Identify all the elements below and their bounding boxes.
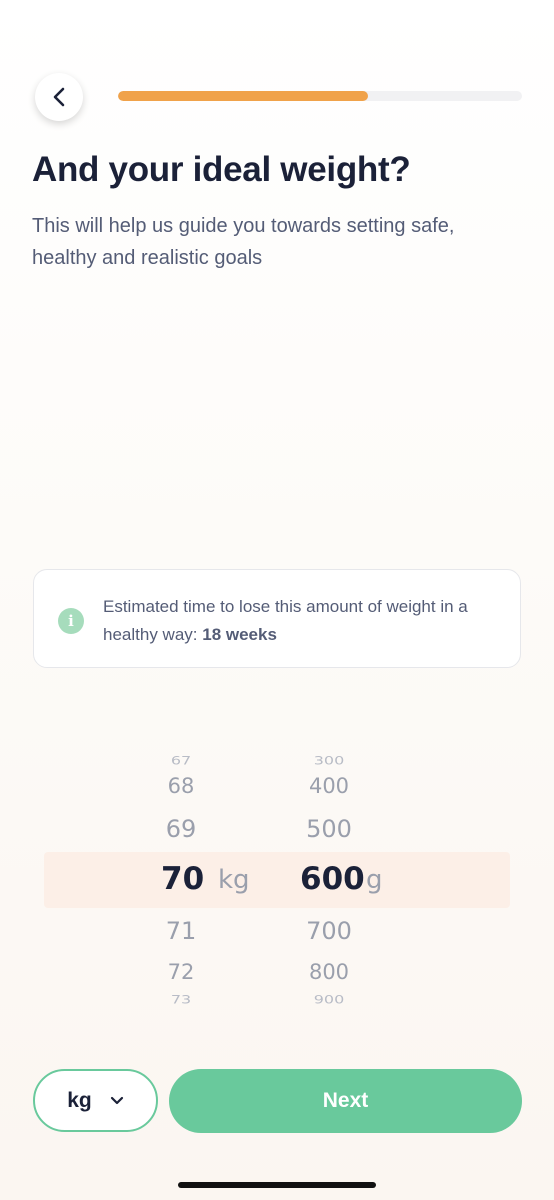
- back-button[interactable]: [35, 73, 83, 121]
- info-icon: i: [58, 608, 84, 634]
- picker-selection-highlight: [44, 852, 510, 908]
- next-button[interactable]: Next: [169, 1069, 522, 1133]
- kg-picker-item[interactable]: 68: [131, 774, 231, 798]
- page-title: And your ideal weight?: [32, 150, 411, 189]
- kg-picker-item[interactable]: 72: [131, 960, 231, 984]
- g-unit-label: g: [366, 865, 383, 895]
- kg-picker-item[interactable]: 73: [131, 993, 231, 1006]
- g-picker-item[interactable]: 700: [279, 917, 379, 945]
- kg-unit-label: kg: [218, 865, 250, 895]
- home-indicator: [178, 1182, 376, 1188]
- unit-select-label: kg: [67, 1088, 92, 1112]
- chevron-down-icon: [110, 1096, 123, 1104]
- unit-select-button[interactable]: kg: [33, 1069, 158, 1132]
- chevron-left-icon: [53, 87, 65, 107]
- info-text-prefix: Estimated time to lose this amount of we…: [103, 597, 468, 644]
- g-picker-item[interactable]: 400: [279, 774, 379, 798]
- g-picker-item[interactable]: 900: [279, 993, 379, 1006]
- g-picker-item[interactable]: 300: [279, 754, 379, 767]
- kg-picker-item[interactable]: 69: [131, 815, 231, 843]
- page-subtitle: This will help us guide you towards sett…: [32, 215, 455, 269]
- kg-picker-item[interactable]: 71: [131, 917, 231, 945]
- progress-bar-fill: [118, 91, 369, 101]
- g-picker-item[interactable]: 500: [279, 815, 379, 843]
- kg-picker-item[interactable]: 67: [131, 754, 231, 767]
- progress-bar: [118, 91, 522, 101]
- info-text-bold: 18 weeks: [202, 625, 277, 644]
- g-picker-item[interactable]: 800: [279, 960, 379, 984]
- kg-selected-value[interactable]: 70: [161, 861, 204, 897]
- info-text: Estimated time to lose this amount of we…: [103, 593, 503, 649]
- g-selected-value[interactable]: 600: [300, 861, 365, 897]
